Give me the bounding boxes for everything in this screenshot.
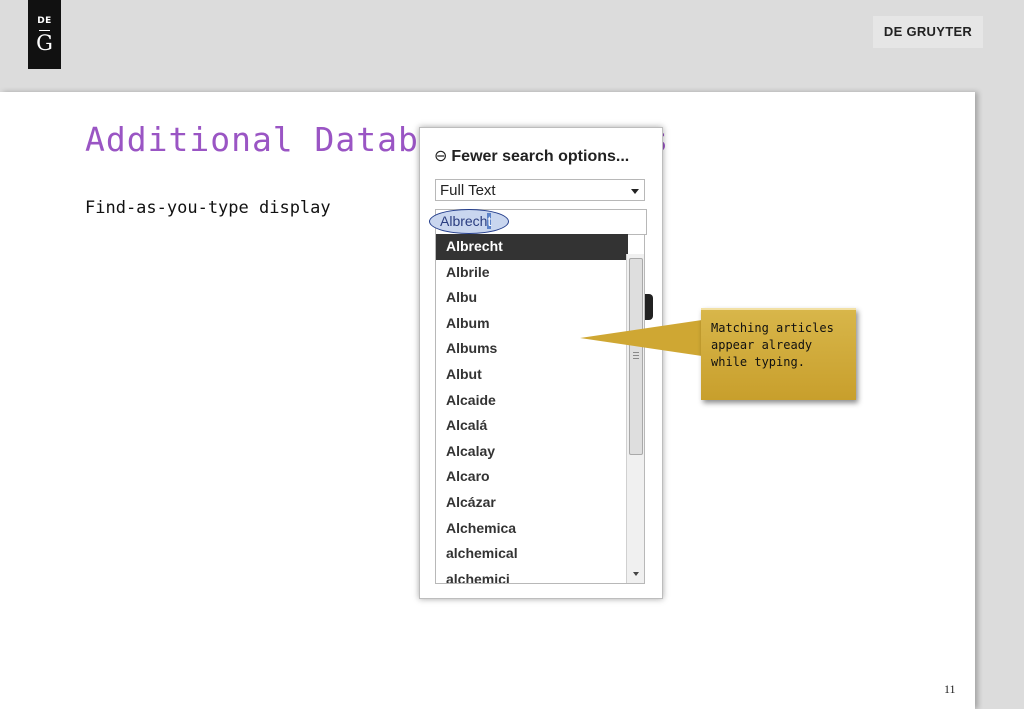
suggestion-item[interactable]: alchemici xyxy=(436,567,628,583)
suggestion-item[interactable]: Alcalay xyxy=(436,439,628,465)
suggestion-item[interactable]: Albrile xyxy=(436,260,628,286)
suggestion-item[interactable]: Albut xyxy=(436,362,628,388)
suggestion-items: Albrecht Albrile Albu Album Albums Albut Alcai… xyxy=(436,234,628,583)
de-gruyter-logo: DE G xyxy=(28,0,61,69)
callout-box: Matching articles appear already while t… xyxy=(701,308,856,400)
suggestion-item[interactable]: alchemical xyxy=(436,541,628,567)
brand-name: DE GRUYTER xyxy=(873,16,983,48)
suggestion-item[interactable]: Alcaro xyxy=(436,464,628,490)
scrollbar-thumb[interactable] xyxy=(629,258,643,455)
field-select[interactable]: Full Text xyxy=(435,179,645,201)
suggestion-item[interactable]: Alcaide xyxy=(436,388,628,414)
field-select-value: Full Text xyxy=(440,182,496,199)
search-widget-screenshot: ⊖ Fewer search options... Full Text Albre… xyxy=(419,127,663,599)
logo-g-letter: G xyxy=(36,31,53,55)
suggestion-item[interactable]: Albums xyxy=(436,336,628,362)
typed-text: Albrech xyxy=(440,213,488,229)
suggestion-item[interactable]: Alcázar xyxy=(436,490,628,516)
search-input-value: Albrecht xyxy=(440,213,492,229)
suggestion-item[interactable]: Alchemica xyxy=(436,516,628,542)
suggestion-item[interactable]: Albrecht xyxy=(436,234,628,260)
minus-circle-icon: ⊖ xyxy=(434,148,448,165)
callout-text: Matching articles appear already while t… xyxy=(711,321,834,369)
page-number: 11 xyxy=(944,682,956,696)
hidden-search-button-edge xyxy=(645,294,653,320)
dropdown-caret-icon xyxy=(631,189,639,194)
fewer-options-toggle[interactable]: ⊖ Fewer search options... xyxy=(434,146,629,166)
suggestion-scrollbar[interactable] xyxy=(626,254,644,583)
suggestion-item[interactable]: Albu xyxy=(436,285,628,311)
suggestion-list[interactable]: Albrecht Albrile Albu Album Albums Albut Alcai… xyxy=(435,234,645,584)
fewer-options-label: Fewer search options... xyxy=(451,148,630,165)
slide-subtitle: Find-as-you-type display xyxy=(85,198,331,218)
scroll-down-arrow-icon[interactable] xyxy=(633,572,639,576)
selected-text: t xyxy=(487,213,492,229)
suggestion-item[interactable]: Alcalá xyxy=(436,413,628,439)
logo-de-text: DE xyxy=(37,16,52,26)
suggestion-item[interactable]: Album xyxy=(436,311,628,337)
scrollbar-grip-icon xyxy=(633,352,639,353)
